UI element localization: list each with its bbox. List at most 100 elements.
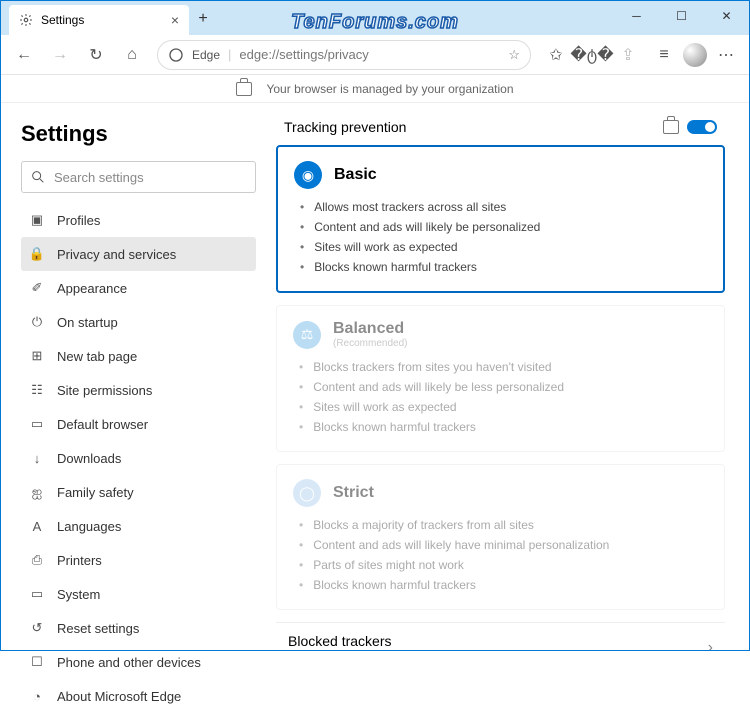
sidebar: Settings Search settings ▣ Profiles 🔒Priv… bbox=[1, 103, 276, 650]
managed-banner: Your browser is managed by your organiza… bbox=[1, 75, 749, 103]
nav-startup[interactable]: ⏻ On startup bbox=[21, 305, 256, 339]
balanced-shield-icon: ⚖ bbox=[293, 321, 321, 349]
collections-button[interactable]: �ტ� bbox=[575, 38, 609, 72]
nav-system[interactable]: ▭ System bbox=[21, 577, 256, 611]
nav-label: Phone and other devices bbox=[57, 655, 201, 670]
browser-icon: ▭ bbox=[29, 416, 45, 432]
nav-permissions[interactable]: ☷ Site permissions bbox=[21, 373, 256, 407]
chevron-right-icon: › bbox=[708, 639, 713, 650]
blocked-title: Blocked trackers bbox=[288, 633, 708, 649]
profile-avatar[interactable] bbox=[683, 43, 707, 67]
nav-privacy[interactable]: 🔒Privacy and services bbox=[21, 237, 256, 271]
balanced-sub: (Recommended) bbox=[333, 338, 407, 349]
managed-text: Your browser is managed by your organiza… bbox=[266, 82, 513, 96]
basic-title: Basic bbox=[334, 166, 377, 184]
reading-star-icon[interactable]: ☆ bbox=[508, 47, 520, 63]
permissions-icon: ☷ bbox=[29, 382, 45, 398]
search-settings-input[interactable]: Search settings bbox=[21, 161, 256, 193]
maximize-button[interactable]: ☐ bbox=[659, 1, 704, 31]
basic-bullet: Blocks known harmful trackers bbox=[300, 257, 707, 277]
watermark-text: TenForums.com bbox=[291, 11, 459, 34]
strict-bullet: Content and ads will likely have minimal… bbox=[299, 535, 708, 555]
balanced-title: Balanced bbox=[333, 320, 407, 338]
browser-tab[interactable]: Settings × bbox=[9, 5, 189, 35]
nav-label: Printers bbox=[57, 553, 102, 568]
nav-printers[interactable]: ⎙ Printers bbox=[21, 543, 256, 577]
strict-bullet: Parts of sites might not work bbox=[299, 555, 708, 575]
managed-policy-icon bbox=[663, 120, 679, 134]
strict-shield-icon: ◯ bbox=[293, 479, 321, 507]
nav-about[interactable]: ◔About Microsoft Edge bbox=[21, 679, 256, 713]
nav-label: Reset settings bbox=[57, 621, 139, 636]
basic-bullet: Allows most trackers across all sites bbox=[300, 197, 707, 217]
address-bar[interactable]: Edge | edge://settings/privacy ☆ bbox=[157, 40, 531, 70]
home-button[interactable]: ⌂ bbox=[115, 38, 149, 72]
balanced-bullet: Blocks trackers from sites you haven't v… bbox=[299, 357, 708, 377]
main-area: Settings Search settings ▣ Profiles 🔒Priv… bbox=[1, 103, 749, 650]
address-prefix: Edge bbox=[192, 48, 220, 62]
phone-icon: ☐ bbox=[29, 654, 45, 670]
reading-button[interactable]: ≡ bbox=[647, 38, 681, 72]
basic-shield-icon: ◉ bbox=[294, 161, 322, 189]
system-icon: ▭ bbox=[29, 586, 45, 602]
search-icon bbox=[30, 169, 46, 185]
settings-nav: ▣ Profiles 🔒Privacy and services ✐Appeara… bbox=[21, 203, 256, 713]
toolbar: ← → ↻ ⌂ Edge | edge://settings/privacy ☆… bbox=[1, 35, 749, 75]
tracking-strict-card[interactable]: ◯ Strict Blocks a majority of trackers f… bbox=[276, 464, 725, 610]
nav-appearance[interactable]: ✐Appearance bbox=[21, 271, 256, 305]
nav-family[interactable]: ஐFamily safety bbox=[21, 475, 256, 509]
blocked-trackers-row[interactable]: Blocked trackers View the sites that we'… bbox=[276, 622, 725, 650]
strict-bullet: Blocks a majority of trackers from all s… bbox=[299, 515, 708, 535]
profile-icon: ▣ bbox=[29, 212, 45, 228]
new-tab-button[interactable]: + bbox=[189, 5, 217, 33]
edge-logo-icon bbox=[168, 47, 184, 63]
family-icon: ஐ bbox=[29, 484, 45, 501]
language-icon: A bbox=[29, 519, 45, 534]
nav-languages[interactable]: A Languages bbox=[21, 509, 256, 543]
briefcase-icon bbox=[236, 82, 252, 96]
balanced-bullet: Content and ads will likely be less pers… bbox=[299, 377, 708, 397]
close-tab-icon[interactable]: × bbox=[171, 12, 179, 28]
tracking-balanced-card[interactable]: ⚖ Balanced (Recommended) Blocks trackers… bbox=[276, 305, 725, 452]
download-icon: ↓ bbox=[29, 451, 45, 466]
share-button: ⇪ bbox=[611, 38, 645, 72]
address-url: edge://settings/privacy bbox=[239, 47, 500, 62]
lock-icon: 🔒 bbox=[29, 246, 45, 262]
nav-label: Site permissions bbox=[57, 383, 152, 398]
reset-icon: ↺ bbox=[29, 620, 45, 636]
nav-label: Default browser bbox=[57, 417, 148, 432]
basic-bullet: Sites will work as expected bbox=[300, 237, 707, 257]
nav-label: Languages bbox=[57, 519, 121, 534]
tracking-basic-card[interactable]: ◉ Basic Allows most trackers across all … bbox=[276, 145, 725, 293]
nav-downloads[interactable]: ↓Downloads bbox=[21, 441, 256, 475]
tracking-toggle[interactable] bbox=[687, 120, 717, 134]
section-title: Tracking prevention bbox=[284, 119, 406, 135]
power-icon: ⏻ bbox=[29, 314, 45, 330]
back-button[interactable]: ← bbox=[7, 38, 41, 72]
tab-title: Settings bbox=[41, 13, 84, 27]
nav-phone[interactable]: ☐ Phone and other devices bbox=[21, 645, 256, 679]
favorite-button[interactable]: ✩ bbox=[539, 38, 573, 72]
nav-label: Profiles bbox=[57, 213, 100, 228]
strict-bullet: Blocks known harmful trackers bbox=[299, 575, 708, 595]
refresh-button[interactable]: ↻ bbox=[79, 38, 113, 72]
nav-label: System bbox=[57, 587, 100, 602]
nav-profiles[interactable]: ▣ Profiles bbox=[21, 203, 256, 237]
balanced-bullet: Blocks known harmful trackers bbox=[299, 417, 708, 437]
basic-bullet: Content and ads will likely be personali… bbox=[300, 217, 707, 237]
edge-icon: ◔ bbox=[29, 689, 45, 704]
menu-button[interactable]: ⋯ bbox=[709, 38, 743, 72]
nav-newtab[interactable]: ⊞New tab page bbox=[21, 339, 256, 373]
minimize-button[interactable]: ─ bbox=[614, 1, 659, 31]
address-separator: | bbox=[228, 47, 231, 62]
nav-default-browser[interactable]: ▭ Default browser bbox=[21, 407, 256, 441]
gear-icon bbox=[19, 13, 33, 27]
settings-heading: Settings bbox=[21, 121, 256, 147]
close-window-button[interactable]: ✕ bbox=[704, 1, 749, 31]
newtab-icon: ⊞ bbox=[29, 348, 45, 364]
nav-label: On startup bbox=[57, 315, 118, 330]
printer-icon: ⎙ bbox=[29, 552, 45, 568]
forward-button: → bbox=[43, 38, 77, 72]
strict-title: Strict bbox=[333, 484, 374, 502]
nav-reset[interactable]: ↺ Reset settings bbox=[21, 611, 256, 645]
